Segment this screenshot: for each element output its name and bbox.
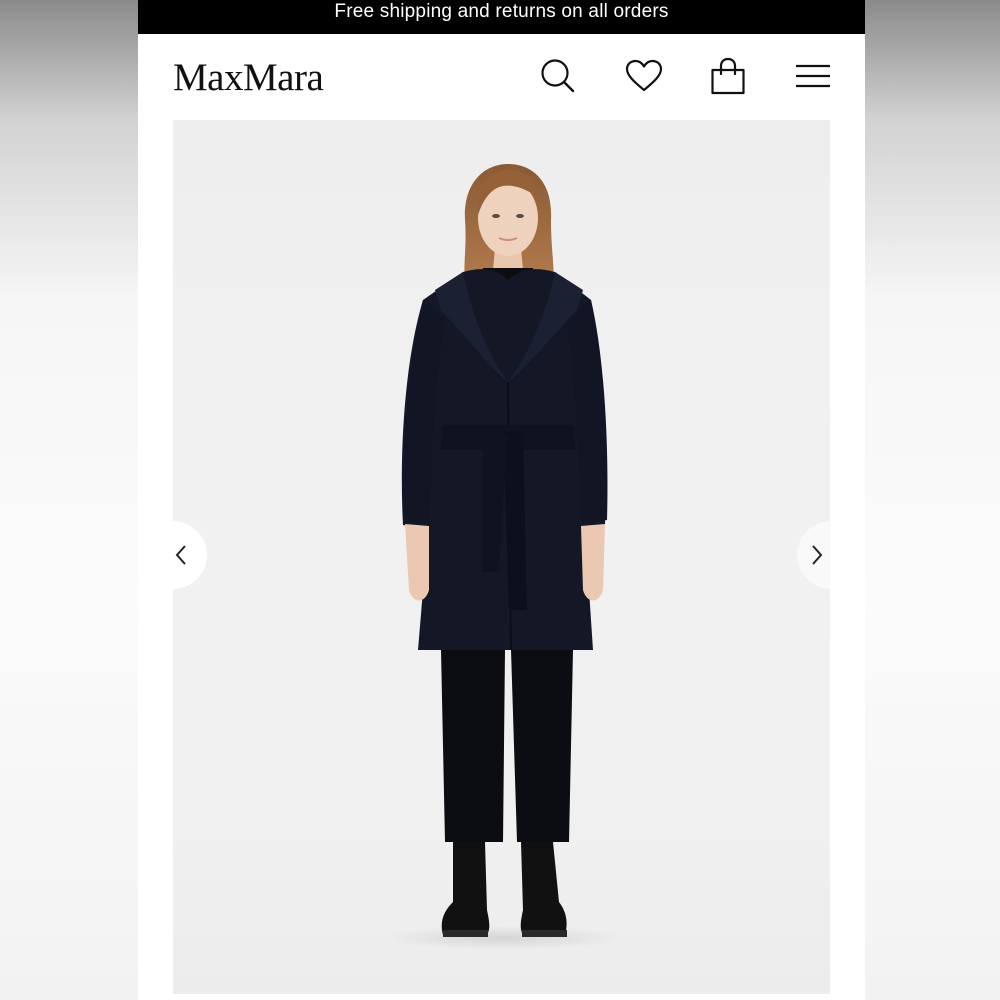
heart-icon: [625, 59, 663, 92]
promo-banner: Free shipping and returns on all orders: [138, 0, 865, 34]
search-button[interactable]: [538, 56, 578, 96]
wishlist-button[interactable]: [624, 56, 664, 96]
mobile-page: Free shipping and returns on all orders …: [138, 0, 865, 1000]
hamburger-menu-icon: [796, 64, 830, 88]
chevron-left-icon: [175, 545, 186, 565]
promo-text: Free shipping and returns on all orders: [334, 1, 669, 22]
product-photo: [383, 164, 623, 950]
site-header: MaxMara: [138, 34, 865, 120]
brand-logo[interactable]: MaxMara: [173, 56, 324, 100]
screenshot-frame: Free shipping and returns on all orders …: [0, 0, 1000, 1000]
product-image-carousel[interactable]: [173, 120, 830, 994]
menu-button[interactable]: [793, 56, 833, 96]
search-icon: [541, 59, 575, 93]
shopping-bag-button[interactable]: [708, 56, 748, 96]
shopping-bag-icon: [711, 57, 745, 95]
chevron-right-icon: [812, 545, 823, 565]
